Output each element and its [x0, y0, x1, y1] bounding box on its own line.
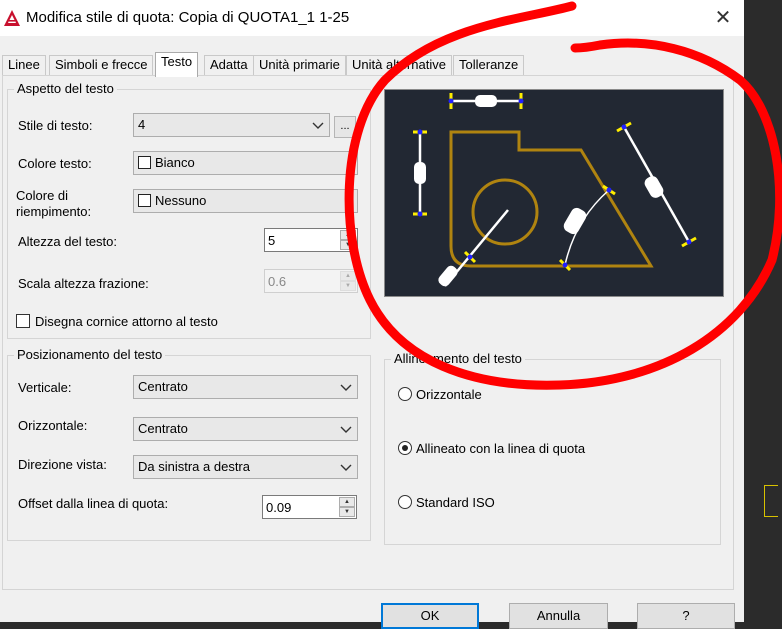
spinner-buttons: ▲ ▼ [339, 497, 355, 517]
spinner-up-icon[interactable]: ▲ [339, 497, 355, 507]
spinner-down-icon: ▼ [340, 281, 356, 291]
fraction-scale-value: 0.6 [268, 274, 287, 289]
text-color-label: Colore testo: [18, 156, 92, 171]
tab-adatta[interactable]: Adatta [204, 55, 254, 76]
radio-iso-label: Standard ISO [416, 495, 495, 510]
spinner-up-icon[interactable]: ▲ [340, 230, 356, 240]
text-alignment-title: Allineamento del testo [391, 351, 525, 366]
text-height-value: 5 [268, 233, 276, 248]
autocad-icon [4, 10, 20, 26]
fill-color-value: Nessuno [155, 193, 207, 208]
radio-aligned-label: Allineato con la linea di quota [416, 441, 586, 456]
ok-button[interactable]: OK [381, 603, 479, 629]
radio-iso-standard[interactable] [398, 495, 412, 509]
title-bar: Modifica stile di quota: Copia di QUOTA1… [0, 0, 744, 36]
fraction-scale-label: Scala altezza frazione: [18, 276, 149, 291]
vertical-label: Verticale: [18, 380, 72, 395]
tab-unita-primarie[interactable]: Unità primarie [253, 55, 346, 76]
text-color-value: Bianco [155, 155, 195, 170]
tab-unita-alternative[interactable]: Unità alternative [346, 55, 452, 76]
radio-horizontal[interactable] [398, 387, 412, 401]
vertical-value: Centrato [138, 379, 188, 394]
dimension-preview [384, 89, 724, 297]
radio-horizontal-label: Orizzontale [416, 387, 482, 402]
tab-testo[interactable]: Testo [155, 52, 199, 77]
tab-tolleranze[interactable]: Tolleranze [453, 55, 525, 76]
fill-color-label-line2: riempimento: [16, 204, 92, 219]
chevron-down-icon [340, 384, 352, 391]
text-style-label: Stile di testo: [18, 118, 93, 133]
text-placement-title: Posizionamento del testo [14, 347, 166, 362]
chevron-down-icon [340, 464, 352, 471]
chevron-down-icon [312, 122, 324, 129]
spinner-up-icon: ▲ [340, 271, 356, 281]
offset-value: 0.09 [266, 500, 292, 515]
text-height-spinner[interactable]: 5 ▲ ▼ [264, 228, 358, 252]
fraction-scale-spinner: 0.6 ▲ ▼ [264, 269, 358, 293]
color-swatch-icon [138, 156, 151, 169]
draw-frame-label: Disegna cornice attorno al testo [35, 314, 218, 329]
horizontal-label: Orizzontale: [18, 418, 88, 433]
dimension-style-dialog: Modifica stile di quota: Copia di QUOTA1… [0, 0, 744, 629]
text-appearance-title: Aspetto del testo [14, 81, 117, 96]
color-swatch-icon [138, 194, 151, 207]
spinner-buttons: ▲ ▼ [340, 230, 356, 250]
fill-color-select[interactable]: Nessuno [133, 189, 358, 213]
view-direction-value: Da sinistra a destra [138, 459, 250, 474]
vertical-select[interactable]: Centrato [133, 375, 358, 399]
offset-label: Offset dalla linea di quota: [18, 496, 169, 511]
cancel-button[interactable]: Annulla [509, 603, 608, 629]
radio-aligned-with-dimension-line[interactable] [398, 441, 412, 455]
horizontal-value: Centrato [138, 421, 188, 436]
spinner-down-icon[interactable]: ▼ [339, 507, 355, 517]
view-direction-select[interactable]: Da sinistra a destra [133, 455, 358, 479]
spinner-buttons: ▲ ▼ [340, 271, 356, 291]
background-line-mark [764, 485, 778, 517]
offset-spinner[interactable]: 0.09 ▲ ▼ [262, 495, 357, 519]
preview-dimensions [418, 99, 691, 287]
preview-drawing [413, 93, 697, 287]
horizontal-select[interactable]: Centrato [133, 417, 358, 441]
window-title: Modifica stile di quota: Copia di QUOTA1… [26, 9, 350, 26]
tab-linee[interactable]: Linee [2, 55, 46, 76]
fill-color-label-line1: Colore di [16, 188, 69, 203]
text-style-select[interactable]: 4 [133, 113, 330, 137]
view-direction-label: Direzione vista: [18, 457, 107, 472]
tab-simboli-e-frecce[interactable]: Simboli e frecce [49, 55, 154, 76]
close-button[interactable]: ✕ [706, 4, 740, 32]
text-color-select[interactable]: Bianco [133, 151, 358, 175]
draw-frame-checkbox[interactable] [16, 314, 30, 328]
preview-shape [449, 130, 654, 268]
text-style-value: 4 [138, 117, 146, 132]
chevron-down-icon [340, 426, 352, 433]
text-height-label: Altezza del testo: [18, 234, 117, 249]
text-style-browse-button[interactable]: ... [334, 116, 356, 138]
background-drawing-area [744, 0, 782, 622]
spinner-down-icon[interactable]: ▼ [340, 240, 356, 250]
help-button[interactable]: ? [637, 603, 735, 629]
